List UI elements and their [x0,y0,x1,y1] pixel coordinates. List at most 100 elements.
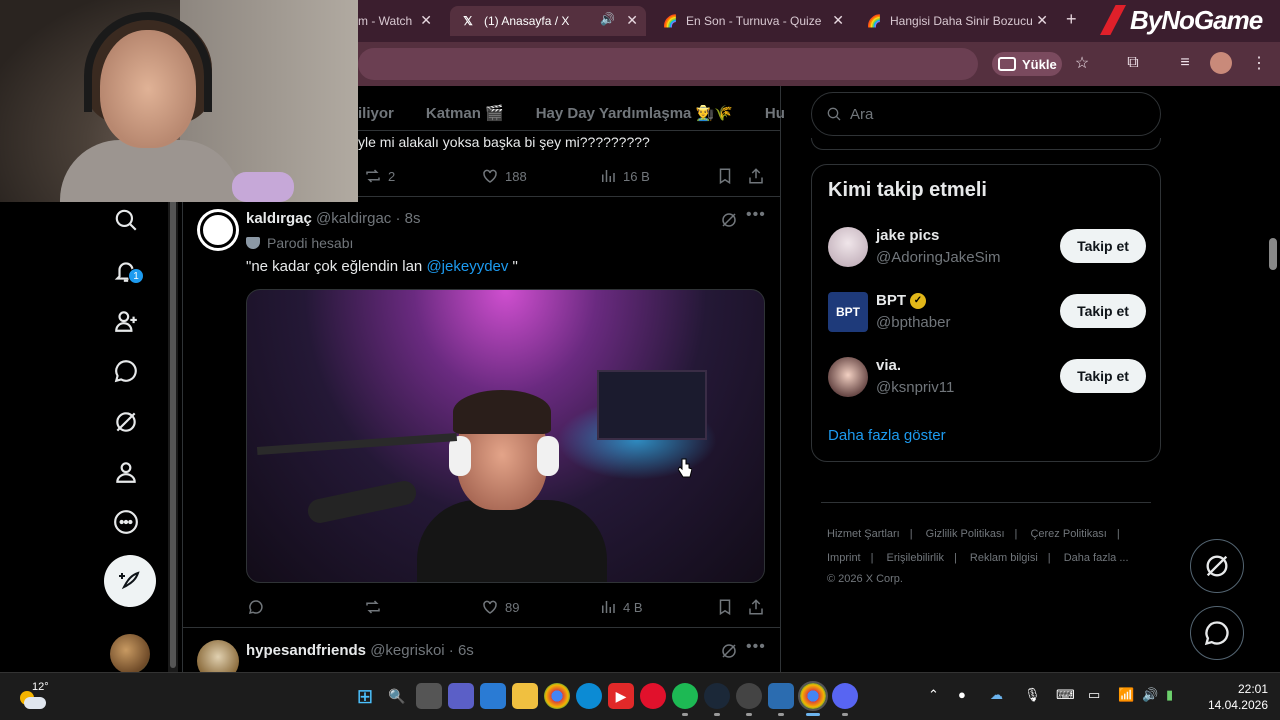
next-post-author-name[interactable]: hypesandfriends [246,642,366,659]
wifi-icon[interactable]: 📶 [1118,687,1134,703]
upload-button[interactable]: Yükle [992,52,1062,76]
display-icon[interactable]: ▭ [1088,687,1100,703]
follow-button[interactable]: Takip et [1060,359,1146,393]
windows-start-icon[interactable]: ⊞ [352,683,378,709]
follow-people-icon[interactable] [112,307,140,335]
footer-link[interactable]: Imprint [827,552,861,564]
follow-suggestion[interactable]: via. @ksnpriv11 Takip et [828,355,1146,399]
weather-widget[interactable]: 12° [16,681,50,713]
post-author-handle[interactable]: @kaldirgac [316,210,391,227]
explore-search-icon[interactable] [112,206,140,234]
tab-topic[interactable]: Hu [765,105,785,122]
search-input[interactable]: Ara [811,92,1161,136]
page-scrollbar[interactable] [1266,86,1280,672]
account-name[interactable]: BPT ✓ [876,292,926,309]
more-dots-icon[interactable]: ••• [746,638,766,656]
app-icon[interactable] [768,683,794,709]
mention-link[interactable]: @jekeyydev [426,258,508,275]
follow-suggestion[interactable]: jake pics @AdoringJakeSim Takip et [828,225,1146,269]
like-button[interactable]: 89 [481,598,519,616]
file-explorer-icon[interactable] [512,683,538,709]
post-time[interactable]: · 8s [395,210,420,227]
system-clock[interactable]: 22:01 14.04.2026 [1196,681,1268,713]
tab-topic[interactable]: Hay Day Yardımlaşma 👨‍🌾🌾 [536,104,733,122]
microphone-icon[interactable]: 🎙 [1024,687,1041,703]
new-tab-button[interactable]: + [1066,9,1077,30]
reply-button[interactable] [247,598,271,616]
security-icon[interactable]: ● [958,687,966,702]
messages-icon[interactable] [112,357,140,385]
footer-link[interactable]: Erişilebilirlik [887,552,944,564]
keyboard-icon[interactable]: ⌨ [1056,687,1075,703]
tab-topic[interactable]: Katman 🎬 [426,104,504,122]
like-button[interactable]: 188 [481,167,527,185]
bookmark-button[interactable] [716,167,740,185]
retweet-button[interactable]: 2 [364,167,395,185]
grok-fab-button[interactable] [1190,539,1244,593]
share-button[interactable] [747,598,771,616]
chrome-active-icon[interactable] [798,681,828,711]
browser-menu-icon[interactable]: ⋮ [1248,52,1270,74]
post-author-name[interactable]: kaldırgaç [246,210,312,227]
grok-icon[interactable] [112,408,140,436]
opera-icon[interactable] [640,683,666,709]
next-post-author-handle[interactable]: @kegriskoi [370,642,444,659]
avatar[interactable] [828,227,868,267]
views-button[interactable]: 4 B [599,598,643,616]
footer-link[interactable]: Gizlilik Politikası [926,528,1005,540]
chevron-up-icon[interactable]: ⌃ [928,687,939,703]
volume-icon[interactable]: 🔊 [1142,687,1158,703]
footer-link[interactable]: Hizmet Şartları [827,528,900,540]
account-name[interactable]: via. [876,357,901,374]
store-icon[interactable] [480,683,506,709]
youtube-icon[interactable]: ▶ [608,683,634,709]
post-video[interactable] [246,289,765,583]
follow-suggestion[interactable]: BPT BPT ✓ @bpthaber Takip et [828,290,1146,334]
views-button[interactable]: 16 B [599,167,650,185]
battery-icon[interactable]: ▮ [1166,687,1173,703]
tab-turnuva[interactable]: 🌈 En Son - Turnuva - Quize ✕ [652,6,852,36]
footer-link[interactable]: Reklam bilgisi [970,552,1038,564]
avatar[interactable]: BPT [828,292,868,332]
discord-icon[interactable] [832,683,858,709]
bookmark-button[interactable] [716,598,740,616]
grok-icon[interactable] [720,211,738,229]
teams-icon[interactable] [448,683,474,709]
close-icon[interactable]: ✕ [420,12,432,29]
profile-icon[interactable] [112,458,140,486]
retweet-button[interactable] [364,598,388,616]
tab-topic[interactable]: iliyor [358,105,394,122]
close-icon[interactable]: ✕ [832,12,844,29]
grok-icon[interactable] [720,642,738,660]
show-more-link[interactable]: Daha fazla göster [828,427,946,444]
task-view-icon[interactable] [416,683,442,709]
close-icon[interactable]: ✕ [1036,12,1048,29]
spotify-icon[interactable] [672,683,698,709]
tab-x-home[interactable]: 𝕏 (1) Anasayfa / X 🔊 ✕ [450,6,646,36]
obs-icon[interactable] [736,683,762,709]
steam-icon[interactable] [704,683,730,709]
extensions-icon[interactable]: ⧉ [1122,52,1144,74]
follow-button[interactable]: Takip et [1060,294,1146,328]
speaker-icon[interactable]: 🔊 [600,12,615,26]
bookmark-star-icon[interactable]: ☆ [1071,52,1093,74]
post-author-avatar[interactable] [197,209,239,251]
messages-fab-button[interactable] [1190,606,1244,660]
more-options-icon[interactable] [112,508,140,536]
search-icon[interactable]: 🔍 [384,683,410,709]
profile-avatar[interactable] [1210,52,1232,74]
chrome-icon[interactable] [544,683,570,709]
media-control-icon[interactable]: ≡ [1174,52,1196,74]
tab-youtube[interactable]: m - Watch ✕ [348,6,440,36]
share-button[interactable] [747,167,771,185]
follow-button[interactable]: Takip et [1060,229,1146,263]
more-dots-icon[interactable]: ••• [746,206,766,224]
footer-link[interactable]: Çerez Politikası [1030,528,1106,540]
next-post-time[interactable]: · 6s [449,642,474,659]
avatar[interactable] [828,357,868,397]
edge-icon[interactable] [576,683,602,709]
account-avatar[interactable] [110,634,150,674]
close-icon[interactable]: ✕ [626,12,638,29]
tab-hangisi[interactable]: 🌈 Hangisi Daha Sinir Bozucu ✕ [856,6,1056,36]
onedrive-cloud-icon[interactable]: ☁ [990,687,1003,703]
